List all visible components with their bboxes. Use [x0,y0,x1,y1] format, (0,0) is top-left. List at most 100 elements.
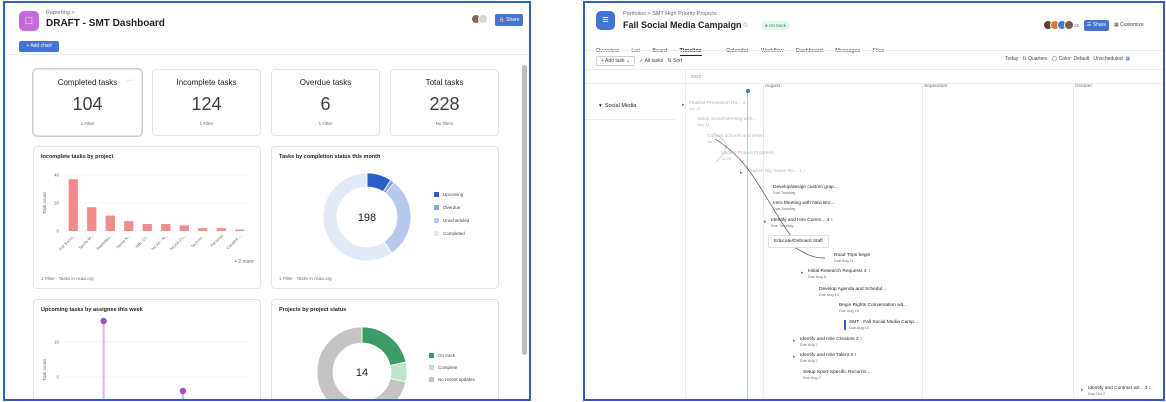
task-name: Develop/design custom grap... [773,185,838,190]
chevron-right-icon[interactable]: ▸ [1081,387,1084,393]
legend-label: Complete [438,365,458,370]
stat-filter[interactable]: 1 Filter [34,121,141,126]
stat-filter[interactable]: 1 Filter [272,121,379,126]
y-tick-label: 10 [54,340,60,345]
timeline-task[interactable]: ▸ Identify and Contract wit... 3 ↕ Due Oct… [1081,386,1151,396]
bar [198,228,208,231]
timeline-task[interactable]: ▸ Initial Research Requests 4 ↕ Due Aug 8 [801,269,870,279]
task-due-date: Due Aug 7 [800,359,818,363]
bar [87,207,97,231]
timeline-task[interactable]: SMT - Fall Social Media Camp... Due Aug 1… [844,320,918,330]
timeline-task[interactable]: ▸ Identify and Hire Comm... 4 ↕ Due Tuesda… [764,218,833,228]
dependency-connectors [712,132,826,259]
timeline-task[interactable]: ▸ Finalize Big Game Ro... 3 ↕ [740,169,806,176]
title-actions: ⌄ ☆ [146,19,160,27]
task-name: Begin Rights Conversation wit... [839,303,907,308]
timeline-task[interactable]: Develop Agenda and Schedul... Due Aug 14 [819,287,886,297]
task-due-date: Due Tuesday [773,191,796,195]
chevron-right-icon[interactable]: ▸ [801,270,804,276]
chart-card-incomplete-by-project[interactable]: Incomplete tasks by project 0 20 40 Task co… [33,146,261,289]
chart-card-projects-by-status[interactable]: Projects by project status 14 On track Co… [271,299,499,399]
timeline-task[interactable]: ▸ Identify and Hire Creators 2 ↕ Due Aug 7 [793,337,863,347]
legend-item: Upcoming [434,192,464,198]
bar-chart: 0 20 40 Task count Fall Socia... Sports M... B… [42,173,249,251]
legend-label: Unscheduled [443,218,470,223]
timeline-task[interactable]: Setup Social Meeting with... May 31 [697,117,756,127]
timeline-task[interactable]: Road Trips begin Due Aug 11 [834,253,870,263]
chat-icon: □ [19,11,39,31]
stat-card-incomplete[interactable]: Incomplete tasks 124 1 Filter [152,69,261,136]
task-due-date: Due Aug 15 [849,326,869,330]
timeline-task[interactable]: ▸ Identify and Hire Talent 3 ↕ Due Aug 7 [793,353,857,363]
y-axis-label: Task count [42,191,47,213]
avatar [478,14,488,24]
stat-label: Overdue tasks [299,78,352,87]
stat-filter[interactable]: 1 Filter [153,121,260,126]
legend-item: Overdue [434,205,460,211]
donut-total: 14 [356,367,368,379]
stat-label: Total tasks [425,78,464,87]
task-name: Identify and Hire Creators 2 ↕ [800,337,863,342]
chart-footer[interactable]: 1 Filter · Tasks in ncaa.org [279,276,332,281]
task-name: SMT - Fall Social Media Camp... [849,320,918,325]
legend-item: Unscheduled [434,218,470,224]
legend-label: Upcoming [443,192,464,197]
bar [124,221,134,231]
x-tick-label: NBL Co... [134,233,150,249]
share-button[interactable]: 🔒 Share [495,14,523,26]
lollipop-point [179,387,187,395]
x-tick-label: Creative ... [225,233,242,250]
chevron-right-icon[interactable]: ▸ [793,354,796,360]
timeline-task[interactable]: ▸ Finalize Preseason Ro... 4 ↕ Jun 19 [682,101,749,111]
task-due-date: Due Aug 7 [803,376,821,380]
timeline-task[interactable]: Contact schools and deter... Jul 7 [707,134,766,144]
timeline-task[interactable]: Intro Meeting with New Bro... Due Tuesday [773,201,835,211]
timeline-task[interactable]: Develop/design custom grap... Due Tuesday [773,185,838,195]
task-due-date: Due Aug 11 [834,259,854,263]
breadcrumb[interactable]: Reporting > [46,10,75,16]
legend-item: Completed [434,231,465,237]
task-name: Educate/Onboard Staff [774,239,823,244]
y-tick-label: 40 [54,173,60,178]
legend-swatch [434,192,439,198]
stat-value: 124 [191,94,222,114]
task-due-date: Jul 24 [721,157,732,161]
stat-card-total[interactable]: Total tasks 228 No filters [390,69,499,136]
milestone-bar [844,320,846,330]
x-tick-label: Technol... [190,233,206,249]
legend-swatch [429,377,434,383]
chevron-right-icon[interactable]: ▸ [793,338,796,344]
more-link[interactable]: + 2 more [234,259,254,265]
x-tick-label: NCAA Co... [169,233,187,251]
x-tick-label: Sports M... [77,233,94,250]
timeline-task[interactable]: Setup Sport-Specific Recurrin... Due Aug … [803,370,870,380]
vertical-scrollbar[interactable] [522,65,527,355]
task-name: Finalize Big Game Ro... 3 ↕ [747,169,806,174]
timeline-task[interactable]: Begin Rights Conversation wit... Due Aug … [839,303,907,313]
timeline-task[interactable]: Update Project Progress Jul 24 [721,151,773,161]
star-icon[interactable]: ☆ [154,20,160,27]
chart-footer[interactable]: 1 Filter · Tasks in ncaa.org [41,276,94,281]
stat-card-overdue[interactable]: Overdue tasks 6 1 Filter [271,69,380,136]
chevron-down-icon[interactable]: ⌄ [146,20,152,27]
stat-card-completed[interactable]: ··· Completed tasks 104 1 Filter [33,69,142,136]
chevron-right-icon[interactable]: ▸ [764,219,767,225]
bar [235,229,245,231]
add-chart-button[interactable]: + Add chart [19,41,59,52]
task-due-date: Due Aug 7 [800,343,818,347]
chart-card-completion-status[interactable]: Tasks by completion status this month 19… [271,146,499,289]
stat-filter[interactable]: No filters [391,121,498,126]
member-avatars[interactable] [471,14,491,26]
chart-card-upcoming-by-assignee[interactable]: Upcoming tasks by assignee this week 051… [33,299,261,399]
x-tick-label: Fall Socia... [58,233,76,251]
chevron-right-icon[interactable]: ▸ [740,170,743,176]
chevron-right-icon[interactable]: ▸ [682,102,685,108]
stat-value: 104 [72,94,103,114]
more-icon[interactable]: ··· [126,77,133,84]
donut-chart: 14 [316,326,408,399]
y-axis-label: Task count [42,358,47,380]
timeline-task[interactable]: Educate/Onboard Staff [768,235,829,248]
x-tick-label: Basketba... [95,233,113,251]
donut-slice [361,326,407,367]
task-name: Setup Social Meeting with... [697,117,757,122]
